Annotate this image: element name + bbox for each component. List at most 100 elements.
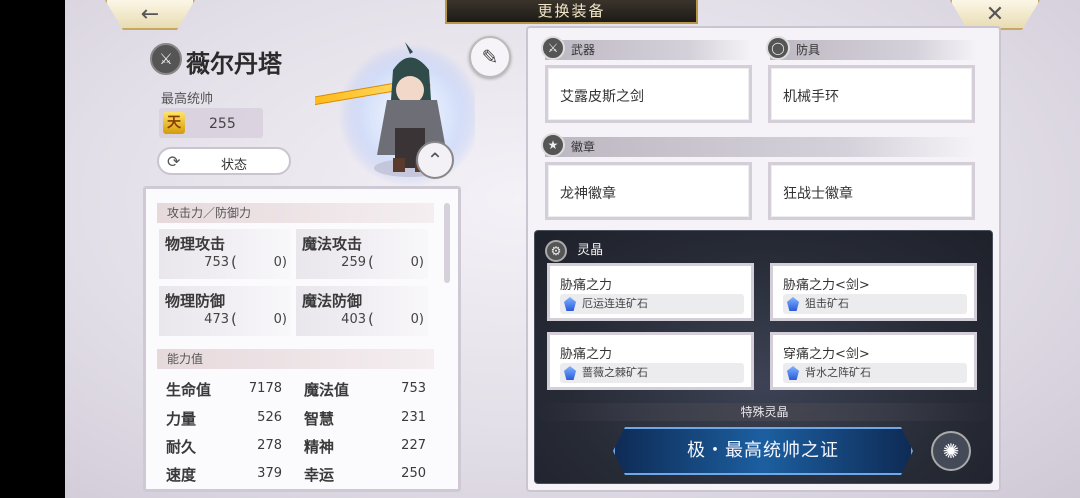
stat-physical-defense: 物理防御 473 ( 0) — [159, 286, 291, 336]
stat-magic-defense: 魔法防御 403 ( 0) — [296, 286, 428, 336]
stat-paren: ( — [231, 253, 237, 271]
ability-name: 魔法值 — [304, 381, 350, 399]
level-up-button[interactable]: ⌃ — [416, 141, 454, 179]
stat-value: 403 — [341, 312, 366, 327]
stat-name: 魔法攻击 — [302, 235, 363, 253]
refresh-icon: ⟳ — [167, 152, 181, 171]
crystal-slot-2[interactable]: 胁痛之力<剑> 狙击矿石 — [770, 263, 977, 321]
ore-row: 狙击矿石 — [783, 294, 967, 314]
badge-name: 龙神徽章 — [560, 186, 616, 202]
ability-name: 力量 — [166, 410, 197, 428]
stat-bonus: 0) — [410, 312, 424, 327]
stat-bonus: 0) — [410, 255, 424, 270]
stat-value: 753 — [204, 255, 229, 270]
crystal-slot-4[interactable]: 穿痛之力<剑> 背水之阵矿石 — [770, 332, 977, 390]
armor-header: ◯ 防具 — [766, 36, 977, 60]
sparkle-button[interactable]: ✺ — [931, 431, 971, 471]
sword-icon: ⚔ — [541, 36, 565, 60]
special-crystal-label: 特殊灵晶 — [535, 403, 994, 421]
badge-slot-1[interactable]: 龙神徽章 — [545, 162, 752, 220]
armor-slot[interactable]: 机械手环 — [768, 65, 975, 123]
ability-value: 526 — [257, 410, 282, 425]
ability-value: 231 — [401, 410, 426, 425]
sword-class-icon: ⚔ — [150, 43, 182, 75]
crystal-area: ⚙ 灵晶 胁痛之力 厄运连连矿石 胁痛之力<剑> 狙击矿石 胁痛之力 蔷薇之棘矿… — [534, 230, 994, 484]
weapon-label: 武器 — [571, 43, 596, 57]
ability-name: 耐久 — [166, 438, 197, 456]
ore-row: 厄运连连矿石 — [560, 294, 744, 314]
ore-name: 蔷薇之棘矿石 — [582, 366, 648, 379]
crystal-header: ⚙ 灵晶 — [545, 239, 603, 262]
ability-value: 250 — [401, 466, 426, 481]
status-button[interactable]: ⟳ 状态 — [157, 147, 291, 175]
back-button[interactable]: ← — [105, 0, 195, 30]
weapon-name: 艾露皮斯之剑 — [560, 89, 644, 105]
notes-icon: ✎ — [481, 45, 499, 69]
crystal-gear-icon: ⚙ — [545, 239, 567, 262]
crystal-name: 胁痛之力 — [560, 278, 613, 293]
status-button-label: 状态 — [221, 158, 248, 173]
equipment-screen: ← 更换装备 ✕ ⚔ 薇尔丹塔 最高统帅 天 255 ⟳ 状态 ✎ ⌃ 攻击力／… — [65, 0, 1080, 498]
stat-value: 473 — [204, 312, 229, 327]
armor-name: 机械手环 — [783, 89, 839, 105]
ore-name: 狙击矿石 — [805, 297, 849, 310]
blue-gem-icon — [564, 297, 576, 311]
badge-slot-2[interactable]: 狂战士徽章 — [768, 162, 975, 220]
stats-scrollbar[interactable] — [444, 203, 450, 283]
armor-label: 防具 — [796, 43, 821, 57]
close-icon: ✕ — [985, 1, 1005, 27]
ability-value: 7178 — [248, 381, 282, 396]
stat-bonus: 0) — [273, 312, 287, 327]
stat-name: 物理攻击 — [165, 235, 226, 253]
ability-value: 227 — [401, 438, 426, 453]
ability-value: 753 — [401, 381, 426, 396]
stat-bonus: 0) — [273, 255, 287, 270]
ability-name: 生命值 — [166, 381, 212, 399]
back-arrow-icon: ← — [140, 1, 160, 27]
ability-name: 幸运 — [304, 466, 335, 484]
stat-physical-attack: 物理攻击 753 ( 0) — [159, 229, 291, 279]
stat-value: 259 — [341, 255, 366, 270]
crystal-name: 穿痛之力<剑> — [783, 347, 870, 362]
ability-name: 智慧 — [304, 410, 335, 428]
weapon-slot[interactable]: 艾露皮斯之剑 — [545, 65, 752, 123]
page-title: 更换装备 — [445, 0, 698, 24]
stat-magic-attack: 魔法攻击 259 ( 0) — [296, 229, 428, 279]
crystal-slot-1[interactable]: 胁痛之力 厄运连连矿石 — [547, 263, 754, 321]
badge-label: 徽章 — [571, 140, 596, 154]
stat-name: 魔法防御 — [302, 292, 363, 310]
crystal-label: 灵晶 — [577, 243, 604, 258]
crystal-name: 胁痛之力 — [560, 347, 613, 362]
crystal-slot-3[interactable]: 胁痛之力 蔷薇之棘矿石 — [547, 332, 754, 390]
stats-panel: 攻击力／防御力 物理攻击 753 ( 0) 魔法攻击 259 ( 0) 物理防御… — [143, 186, 461, 492]
sparkle-icon: ✺ — [942, 439, 960, 463]
ore-name: 背水之阵矿石 — [805, 366, 871, 379]
ability-name: 精神 — [304, 438, 335, 456]
stat-paren: ( — [231, 310, 237, 328]
ability-value: 278 — [257, 438, 282, 453]
ore-row: 背水之阵矿石 — [783, 363, 967, 383]
ability-name: 速度 — [166, 466, 197, 484]
blue-gem-icon — [564, 366, 576, 380]
star-badge-icon: ★ — [541, 133, 565, 157]
crystal-name: 胁痛之力<剑> — [783, 278, 870, 293]
special-crystal-button[interactable]: 极・最高统帅之证 — [613, 427, 913, 475]
ore-row: 蔷薇之棘矿石 — [560, 363, 744, 383]
ability-value: 379 — [257, 466, 282, 481]
stat-paren: ( — [368, 310, 374, 328]
stat-name: 物理防御 — [165, 292, 226, 310]
ability-header: 能力值 — [157, 349, 434, 369]
blue-gem-icon — [787, 366, 799, 380]
character-title: 最高统帅 — [161, 92, 214, 107]
double-chevron-up-icon: ⌃ — [426, 148, 444, 172]
ore-name: 厄运连连矿石 — [582, 297, 648, 310]
rank-badge-icon: 天 — [163, 112, 185, 134]
atk-def-header: 攻击力／防御力 — [157, 203, 434, 223]
stat-paren: ( — [368, 253, 374, 271]
badge-name: 狂战士徽章 — [783, 186, 853, 202]
weapon-header: ⚔ 武器 — [541, 36, 752, 60]
notes-button[interactable]: ✎ — [469, 36, 511, 78]
rank-value: 255 — [209, 116, 236, 132]
badge-header: ★ 徽章 — [541, 133, 975, 157]
character-name: 薇尔丹塔 — [186, 50, 282, 78]
